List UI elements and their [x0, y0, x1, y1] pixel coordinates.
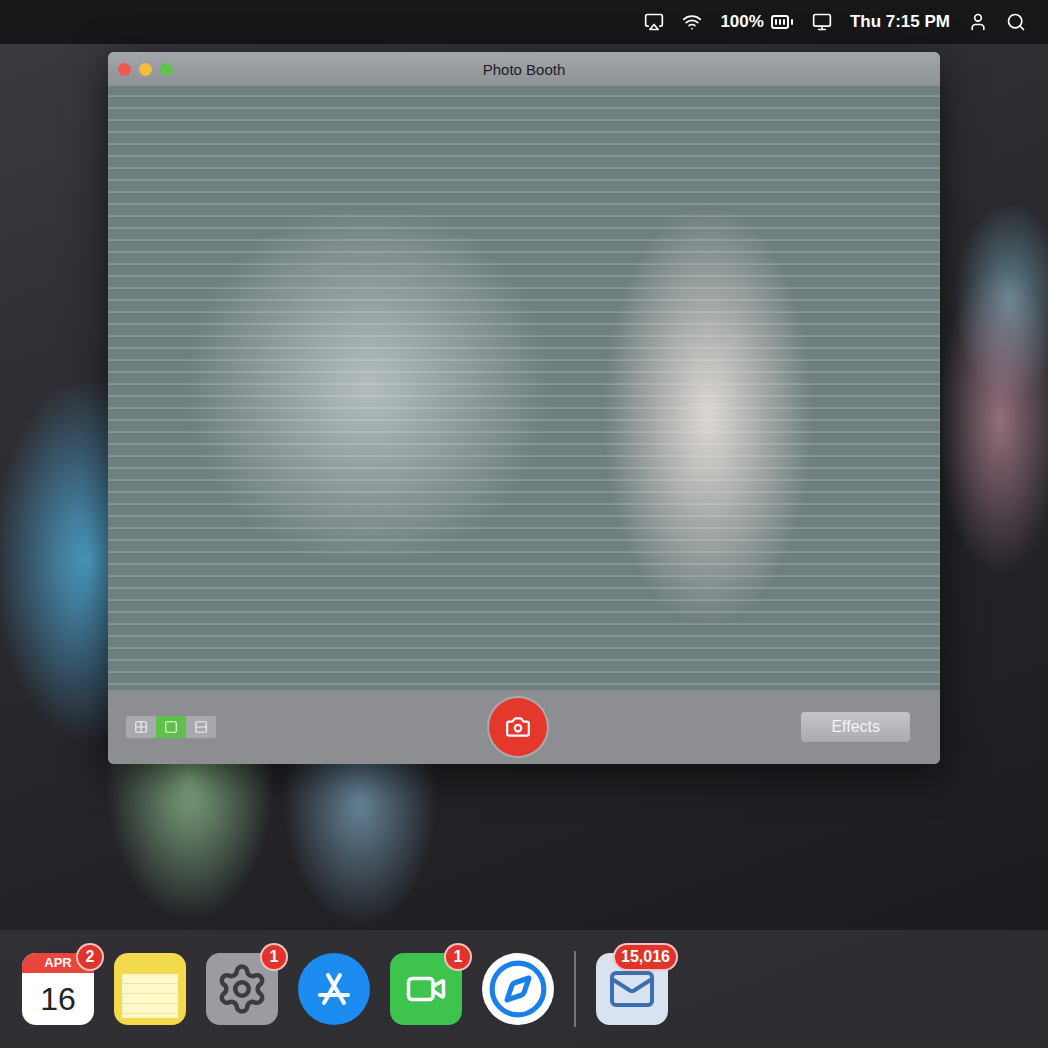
view-mode-button[interactable] — [156, 716, 186, 738]
dock-item[interactable]: 15,016 — [596, 953, 668, 1025]
close-button[interactable] — [118, 63, 131, 76]
toolbar: Effects — [108, 690, 940, 764]
display-icon[interactable] — [812, 12, 832, 32]
effects-button[interactable]: Effects — [801, 712, 910, 742]
zoom-button[interactable] — [160, 63, 173, 76]
desktop: Photo Booth Effects — [0, 44, 1048, 930]
view-mode-button[interactable] — [186, 716, 216, 738]
dock: APR1621115,016 — [0, 930, 1048, 1048]
battery-icon — [770, 10, 794, 34]
screen: 100%Thu 7:15 PMPhoto BoothEffectsAPR1621… — [0, 0, 1048, 1048]
dock-badge: 2 — [76, 943, 104, 971]
window-title: Photo Booth — [483, 61, 566, 78]
camera-icon — [505, 714, 531, 740]
calendar-day: 16 — [40, 973, 76, 1025]
menu-bar: 100% Thu 7:15 PM — [0, 0, 1048, 44]
shutter-button[interactable] — [489, 698, 547, 756]
battery-status[interactable]: 100% — [720, 10, 793, 34]
dock-item[interactable]: APR162 — [22, 953, 94, 1025]
dock-item[interactable]: 1 — [206, 953, 278, 1025]
dock-item[interactable] — [114, 953, 186, 1025]
dock-badge: 15,016 — [613, 943, 678, 971]
dock-badge: 1 — [444, 943, 472, 971]
view-mode-button[interactable] — [126, 716, 156, 738]
dock-item[interactable] — [298, 953, 370, 1025]
view-mode-group — [126, 716, 216, 738]
dock-badge: 1 — [260, 943, 288, 971]
search-icon[interactable] — [1006, 12, 1026, 32]
dock-item[interactable] — [482, 953, 554, 1025]
airplay-icon[interactable] — [644, 12, 664, 32]
user-icon[interactable] — [968, 12, 988, 32]
photo-booth-window: Photo Booth Effects — [108, 52, 940, 764]
title-bar[interactable]: Photo Booth — [108, 52, 940, 86]
camera-preview — [108, 86, 940, 690]
wifi-icon[interactable] — [682, 12, 702, 32]
compass-icon — [482, 953, 554, 1025]
clock[interactable]: Thu 7:15 PM — [850, 12, 950, 32]
notes-icon — [114, 953, 186, 1025]
dock-item[interactable]: 1 — [390, 953, 462, 1025]
app-store-icon — [298, 953, 370, 1025]
dock-separator — [574, 951, 576, 1027]
minimize-button[interactable] — [139, 63, 152, 76]
